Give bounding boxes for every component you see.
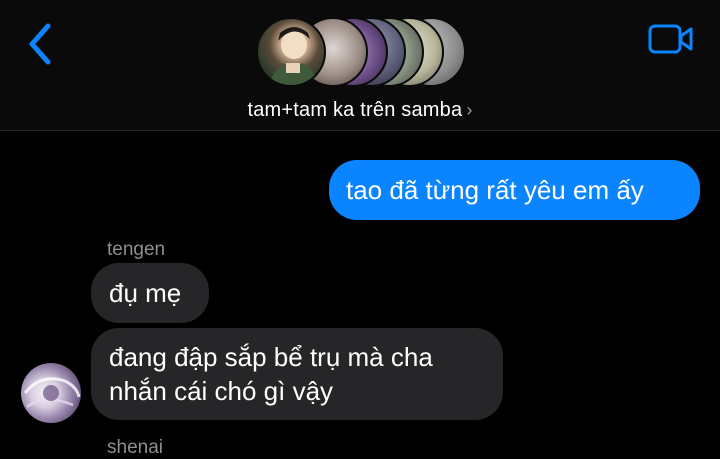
sender-avatar[interactable]	[21, 363, 81, 423]
chat-header: tam+tam ka trên samba ›	[0, 0, 720, 131]
character-icon	[23, 377, 81, 409]
incoming-message[interactable]: đang đập sắp bể trụ mà cha nhắn cái chó …	[91, 328, 503, 420]
incoming-message[interactable]: đụ mẹ	[91, 263, 209, 323]
message-list: tao đã từng rất yêu em ấy tengen đụ mẹ đ…	[0, 131, 720, 458]
chevron-left-icon	[29, 23, 51, 65]
sender-name: shenai	[107, 437, 163, 458]
group-avatar-stack[interactable]	[256, 17, 466, 91]
group-name: tam+tam ka trên samba	[247, 99, 463, 121]
message-text: đụ mẹ	[109, 278, 182, 308]
message-text-line: đang đập sắp bể trụ mà cha	[109, 342, 433, 372]
group-name-button[interactable]: tam+tam ka trên samba ›	[0, 99, 720, 122]
member-avatar	[256, 17, 326, 87]
sender-name: tengen	[107, 239, 166, 260]
video-call-button[interactable]	[648, 22, 694, 56]
back-button[interactable]	[22, 22, 58, 66]
message-text: tao đã từng rất yêu em ấy	[346, 175, 644, 205]
video-camera-icon	[648, 24, 693, 54]
message-text-line: nhắn cái chó gì vậy	[109, 376, 334, 406]
outgoing-message[interactable]: tao đã từng rất yêu em ấy	[329, 160, 700, 220]
chevron-right-icon: ›	[466, 100, 473, 120]
character-icon	[268, 27, 318, 85]
